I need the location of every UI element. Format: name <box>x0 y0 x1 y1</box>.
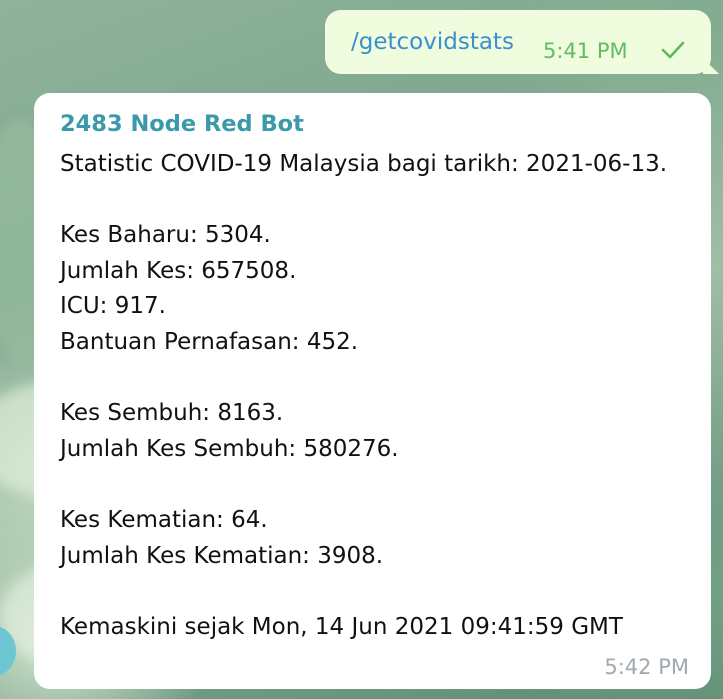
chat-window: { "outgoing": { "command": "/getcovidsta… <box>0 0 723 699</box>
blank-line <box>60 467 667 503</box>
blank-line <box>60 574 667 610</box>
message-line: ICU: 917. <box>60 293 166 320</box>
message-line: Kes Baharu: 5304. <box>60 222 271 249</box>
sender-name[interactable]: 2483 Node Red Bot <box>60 111 304 137</box>
message-line: Kes Sembuh: 8163. <box>60 400 284 427</box>
command-link[interactable]: /getcovidstats <box>351 29 514 55</box>
blank-line <box>60 183 667 219</box>
message-line: Kemaskini sejak Mon, 14 Jun 2021 09:41:5… <box>60 613 623 640</box>
message-time: 5:41 PM <box>543 39 628 63</box>
message-text: Statistic COVID-19 Malaysia bagi tarikh:… <box>60 147 667 645</box>
message-line: Statistic COVID-19 Malaysia bagi tarikh:… <box>60 151 668 177</box>
message-time: 5:42 PM <box>604 655 689 679</box>
incoming-message-bubble[interactable]: 2483 Node Red Bot Statistic COVID-19 Mal… <box>34 93 711 689</box>
outgoing-message-bubble[interactable]: /getcovidstats 5:41 PM <box>325 10 719 74</box>
message-line: Jumlah Kes: 657508. <box>60 257 297 284</box>
message-line: Jumlah Kes Sembuh: 580276. <box>60 435 399 462</box>
message-line: Kes Kematian: 64. <box>60 506 268 533</box>
blank-line <box>60 361 667 397</box>
message-line: Jumlah Kes Kematian: 3908. <box>60 542 384 569</box>
message-line: Bantuan Pernafasan: 452. <box>60 328 359 355</box>
bubble-tail <box>703 58 719 74</box>
check-icon <box>661 41 685 59</box>
